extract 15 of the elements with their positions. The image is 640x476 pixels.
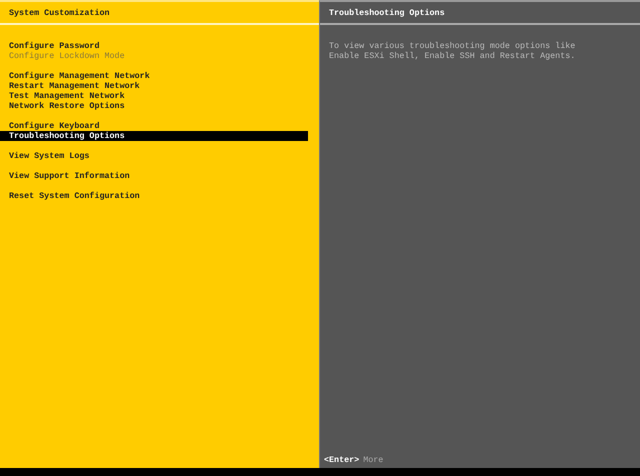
menu-item[interactable]: View System Logs [0,151,308,161]
description-text: To view various troubleshooting mode options like Enable ESXi Shell, Enable SSH and Restart Agents. [328,40,576,61]
menu-item[interactable]: Configure Keyboard [0,121,308,131]
menu-item[interactable]: Troubleshooting Options [0,131,308,141]
menu-item[interactable]: Test Management Network [0,91,308,101]
panel-title: System Customization [0,2,319,25]
menu-item[interactable]: Configure Management Network [0,71,308,81]
menu-item[interactable]: Network Restore Options [0,101,308,111]
key-hint: <Enter> [324,455,360,465]
menu-item[interactable]: Reset System Configuration [0,191,308,201]
key-action: More [363,455,384,465]
panel-title: Troubleshooting Options [320,2,640,25]
menu-item[interactable]: Restart Management Network [0,81,308,91]
menu-item[interactable]: Configure Password [0,41,308,51]
menu-item[interactable]: View Support Information [0,171,308,181]
